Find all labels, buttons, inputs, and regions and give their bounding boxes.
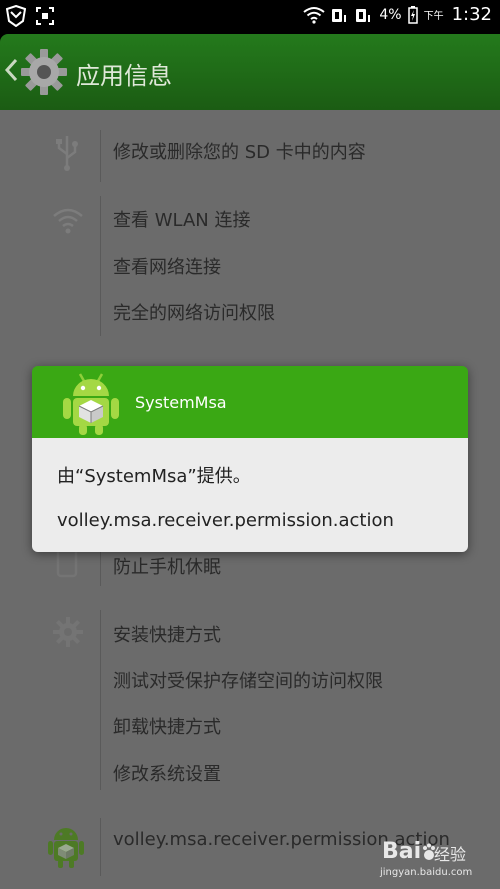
dialog-provided-by: 由“SystemMsa”提供。: [57, 466, 251, 487]
permission-detail-dialog[interactable]: SystemMsa 由“SystemMsa”提供。 volley.msa.rec…: [32, 366, 468, 552]
watermark-brand-suffix: 经验: [434, 845, 467, 864]
battery-percent: 4%: [379, 6, 402, 23]
wifi-icon: [53, 208, 83, 234]
settings-gear-icon[interactable]: [20, 48, 68, 96]
permission-item[interactable]: 测试对受保护存储空间的访问权限: [113, 667, 383, 693]
permission-item[interactable]: 查看网络连接: [113, 253, 221, 279]
settings-icon: [53, 617, 83, 647]
screenshot-icon: [36, 7, 54, 25]
watermark-brand: Bai: [382, 839, 422, 864]
shield-icon: [6, 5, 26, 27]
battery-charging-icon: [407, 5, 418, 24]
dialog-header: SystemMsa: [32, 366, 468, 438]
android-app-icon: [63, 373, 119, 435]
permission-item[interactable]: 完全的网络访问权限: [113, 299, 275, 325]
permission-item[interactable]: 修改系统设置: [113, 760, 221, 786]
wifi-icon: [303, 6, 325, 24]
permission-item[interactable]: 安装快捷方式: [113, 621, 221, 647]
watermark-url: jingyan.baidu.com: [380, 867, 473, 878]
permission-item[interactable]: 修改或删除您的 SD 卡中的内容: [113, 138, 366, 164]
dialog-permission-name: volley.msa.receiver.permission.action: [57, 510, 394, 531]
permission-item[interactable]: 查看 WLAN 连接: [113, 206, 250, 232]
usb-icon: [56, 136, 78, 171]
android-app-icon: [48, 828, 84, 868]
sim2-signal-icon: [356, 8, 371, 22]
status-ampm: 下午: [423, 11, 444, 22]
back-arrow-icon[interactable]: [4, 56, 18, 84]
dialog-body: 由“SystemMsa”提供。 volley.msa.receiver.perm…: [32, 438, 468, 552]
sim1-signal-icon: [332, 8, 347, 22]
action-bar: 应用信息: [0, 34, 500, 110]
status-bar: 4% 下午 1:32: [0, 0, 500, 34]
baidu-jingyan-watermark: Bai 经验 jingyan.baidu.com: [380, 835, 495, 885]
dialog-title: SystemMsa: [135, 393, 227, 412]
page-title: 应用信息: [76, 62, 172, 90]
status-time: 1:32: [451, 4, 492, 25]
permission-item[interactable]: 卸载快捷方式: [113, 713, 221, 739]
permission-item[interactable]: 防止手机休眠: [113, 553, 221, 579]
